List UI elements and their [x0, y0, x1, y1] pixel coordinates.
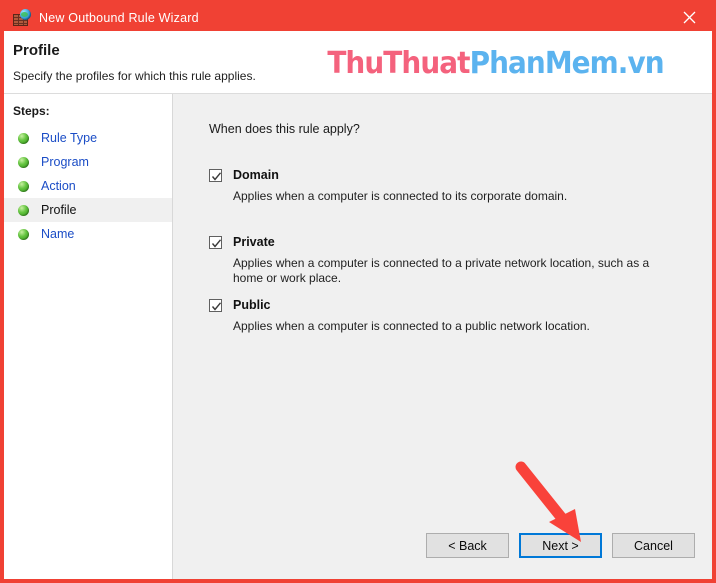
option-domain: Domain Applies when a computer is connec… [209, 166, 692, 204]
sidebar-item-label: Program [41, 155, 89, 169]
green-bullet-icon [18, 228, 29, 240]
next-button[interactable]: Next > [519, 533, 602, 558]
private-description: Applies when a computer is connected to … [233, 256, 650, 285]
sidebar-item-label: Action [41, 179, 76, 193]
sidebar-item-profile[interactable]: Profile [4, 198, 172, 222]
page-subtitle: Specify the profiles for which this rule… [13, 69, 256, 83]
green-bullet-icon [18, 180, 29, 192]
firewall-globe-icon [13, 8, 31, 27]
sidebar-item-label: Name [41, 227, 75, 241]
steps-heading: Steps: [13, 104, 50, 118]
green-bullet-icon [18, 156, 29, 168]
option-public: Public Applies when a computer is connec… [209, 296, 692, 334]
private-checkbox[interactable] [209, 235, 222, 249]
green-bullet-icon [18, 204, 29, 216]
sidebar-item-label: Profile [41, 203, 77, 217]
public-label: Public [233, 298, 271, 312]
sidebar-item-action[interactable]: Action [4, 174, 172, 198]
domain-checkbox[interactable] [209, 168, 222, 182]
green-bullet-icon [18, 132, 29, 144]
domain-description: Applies when a computer is connected to … [233, 189, 568, 203]
cancel-button[interactable]: Cancel [612, 533, 695, 558]
page-title: Profile [13, 42, 60, 59]
back-button[interactable]: < Back [426, 533, 509, 558]
close-icon[interactable] [667, 4, 712, 31]
wizard-window: New Outbound Rule Wizard Profile Specify… [0, 0, 716, 583]
public-checkbox[interactable] [209, 298, 222, 312]
main-panel: When does this rule apply? Domain Applie… [173, 94, 712, 579]
page-header: Profile Specify the profiles for which t… [4, 31, 712, 94]
title-bar: New Outbound Rule Wizard [4, 4, 712, 31]
option-private: Private Applies when a computer is conne… [209, 233, 692, 286]
question-label: When does this rule apply? [209, 122, 360, 136]
watermark-logo: ThuThuatPhanMem.vn [327, 46, 665, 81]
private-label: Private [233, 235, 275, 249]
watermark-part-1: ThuThuat [327, 46, 471, 81]
steps-sidebar: Steps: Rule Type Program Action Profile … [4, 94, 173, 579]
sidebar-item-rule-type[interactable]: Rule Type [4, 126, 172, 150]
sidebar-item-program[interactable]: Program [4, 150, 172, 174]
steps-list: Rule Type Program Action Profile Name [4, 126, 172, 246]
window-title: New Outbound Rule Wizard [39, 10, 199, 25]
wizard-button-row: < Back Next > Cancel [426, 533, 695, 558]
public-description: Applies when a computer is connected to … [233, 319, 590, 333]
profile-options-group: Domain Applies when a computer is connec… [209, 166, 692, 334]
sidebar-item-name[interactable]: Name [4, 222, 172, 246]
watermark-part-2: PhanMem.vn [469, 46, 665, 81]
sidebar-item-label: Rule Type [41, 131, 98, 145]
domain-label: Domain [233, 168, 279, 182]
